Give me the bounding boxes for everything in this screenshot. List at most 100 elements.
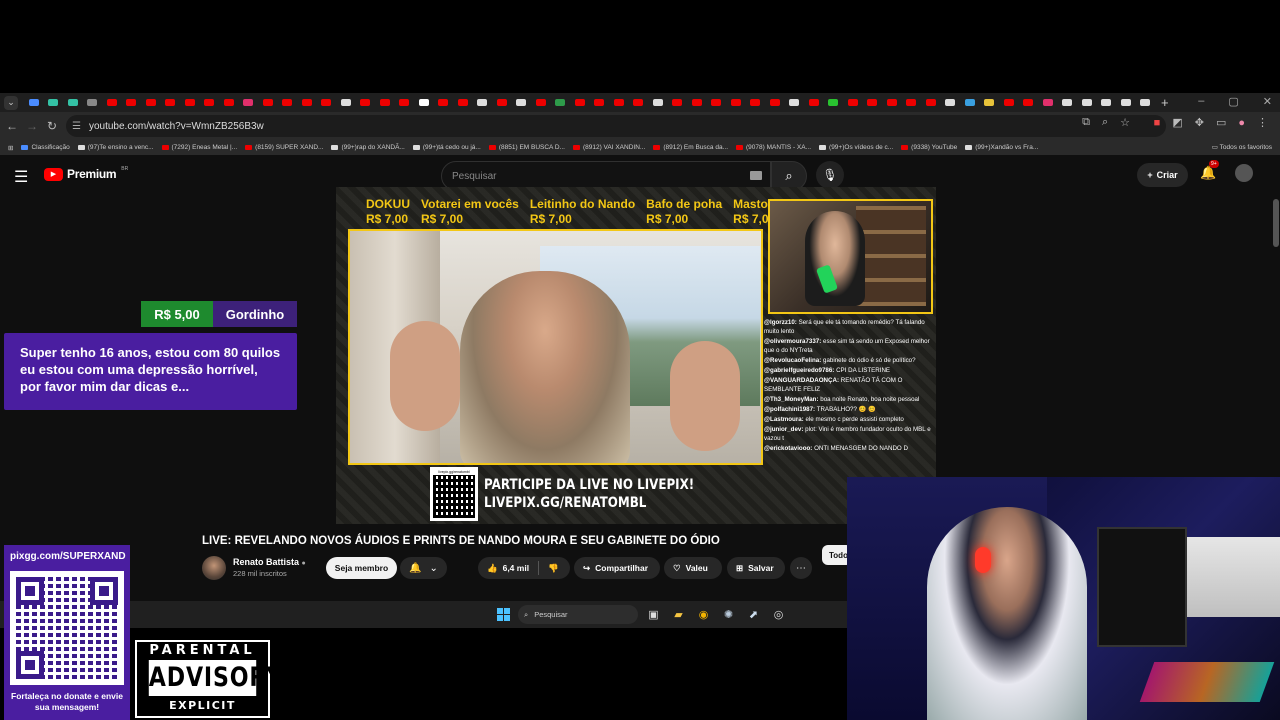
- browser-tab[interactable]: [863, 93, 883, 112]
- task-view-icon[interactable]: ▣: [646, 607, 661, 622]
- browser-tab[interactable]: [453, 93, 473, 112]
- subscription-bell-button[interactable]: 🔔 ⌄: [400, 557, 447, 579]
- bookmark-item[interactable]: (99+)Os vídeos de c...: [819, 144, 893, 151]
- browser-tab[interactable]: [83, 93, 103, 112]
- browser-tab[interactable]: [356, 93, 376, 112]
- site-info-icon[interactable]: ☰: [72, 121, 81, 132]
- browser-tab[interactable]: [1038, 93, 1058, 112]
- cast-icon[interactable]: ⧉: [1082, 116, 1090, 129]
- extension-icon[interactable]: ■: [1154, 117, 1161, 129]
- create-button[interactable]: + Criar: [1137, 163, 1188, 187]
- forward-button[interactable]: →: [22, 119, 42, 133]
- settings-icon[interactable]: ✺: [721, 607, 736, 622]
- bookmark-item[interactable]: (99+)Xandão vs Fra...: [965, 144, 1038, 151]
- like-count[interactable]: 6,4 mil: [503, 563, 529, 573]
- browser-tab[interactable]: [785, 93, 805, 112]
- browser-tab[interactable]: [1116, 93, 1136, 112]
- browser-tab[interactable]: [570, 93, 590, 112]
- close-window-button[interactable]: ✕: [1263, 95, 1272, 108]
- profile-avatar-icon[interactable]: ●: [1238, 117, 1245, 129]
- browser-tab[interactable]: [804, 93, 824, 112]
- browser-tab[interactable]: [980, 93, 1000, 112]
- like-icon[interactable]: 👍: [487, 563, 498, 574]
- reload-button[interactable]: ↻: [42, 119, 62, 133]
- browser-tab[interactable]: [629, 93, 649, 112]
- save-button[interactable]: ⊞ Salvar: [727, 557, 785, 579]
- back-button[interactable]: ←: [2, 119, 22, 133]
- all-bookmarks[interactable]: ▭ Todos os favoritos: [1212, 143, 1272, 151]
- browser-tab[interactable]: [609, 93, 629, 112]
- browser-tab[interactable]: [102, 93, 122, 112]
- browser-tab[interactable]: [512, 93, 532, 112]
- bookmark-item[interactable]: (97)Te ensino a venc...: [77, 144, 154, 151]
- browser-tab[interactable]: [278, 93, 298, 112]
- browser-tab[interactable]: [590, 93, 610, 112]
- bookmark-item[interactable]: (7292) Eneas Metal |...: [161, 144, 237, 151]
- youtube-logo[interactable]: ▶ Premium BR: [44, 166, 128, 181]
- obs-icon[interactable]: ◎: [771, 607, 786, 622]
- voice-search-button[interactable]: 🎙: [816, 161, 844, 189]
- browser-tab[interactable]: [395, 93, 415, 112]
- video-player[interactable]: DOKUU R$ 7,00 Votarei em vocês R$ 7,00 Leiti…: [336, 187, 936, 524]
- browser-tab[interactable]: [746, 93, 766, 112]
- browser-tab[interactable]: [414, 93, 434, 112]
- browser-tab[interactable]: [239, 93, 259, 112]
- bookmark-item[interactable]: (8912) Em Busca da...: [653, 144, 728, 151]
- extension-icon[interactable]: ◩: [1172, 116, 1182, 129]
- browser-tab[interactable]: [63, 93, 83, 112]
- browser-tab[interactable]: [882, 93, 902, 112]
- menu-icon[interactable]: ☰: [14, 167, 28, 187]
- browser-tab[interactable]: [44, 93, 64, 112]
- bookmark-item[interactable]: (8159) SUPER XAND...: [245, 144, 323, 151]
- account-avatar[interactable]: [1235, 164, 1253, 182]
- browser-tab[interactable]: [219, 93, 239, 112]
- browser-tab[interactable]: [24, 93, 44, 112]
- bookmark-item[interactable]: (99+)tá cedo ou já...: [412, 144, 481, 151]
- browser-tab[interactable]: [902, 93, 922, 112]
- browser-tab[interactable]: [648, 93, 668, 112]
- browser-tab[interactable]: [668, 93, 688, 112]
- chrome-menu-icon[interactable]: ⋮: [1257, 116, 1268, 129]
- minimize-button[interactable]: –: [1198, 95, 1204, 108]
- bookmark-item[interactable]: (9338) YouTube: [901, 144, 957, 151]
- apps-grid-icon[interactable]: ⊞: [8, 144, 13, 152]
- join-button[interactable]: Seja membro: [326, 557, 397, 579]
- browser-tab[interactable]: [921, 93, 941, 112]
- browser-tab[interactable]: [1019, 93, 1039, 112]
- bookmark-item[interactable]: (99+)rap do XANDÃ...: [331, 144, 405, 151]
- address-bar[interactable]: ☰ youtube.com/watch?v=WmnZB256B3w: [66, 115, 1166, 137]
- sidebar-icon[interactable]: ▭: [1216, 116, 1226, 129]
- browser-tab[interactable]: [765, 93, 785, 112]
- channel-name[interactable]: Renato Battista ●: [233, 557, 306, 567]
- browser-tab[interactable]: [180, 93, 200, 112]
- more-actions-button[interactable]: ⋯: [790, 557, 812, 579]
- browser-tab[interactable]: [707, 93, 727, 112]
- browser-tab[interactable]: [687, 93, 707, 112]
- browser-tab[interactable]: [258, 93, 278, 112]
- new-tab-button[interactable]: +: [1161, 95, 1169, 110]
- maximize-button[interactable]: ▢: [1228, 95, 1238, 108]
- browser-tab[interactable]: [434, 93, 454, 112]
- bookmark-item[interactable]: Classificação: [21, 144, 70, 151]
- browser-tab[interactable]: [122, 93, 142, 112]
- page-scrollbar[interactable]: [1273, 199, 1279, 247]
- tab-search-button[interactable]: ⌄: [4, 95, 18, 110]
- chrome-icon[interactable]: ◉: [696, 607, 711, 622]
- browser-tab[interactable]: [317, 93, 337, 112]
- browser-tab[interactable]: [336, 93, 356, 112]
- browser-tab[interactable]: [726, 93, 746, 112]
- browser-tab[interactable]: [999, 93, 1019, 112]
- browser-tab[interactable]: [941, 93, 961, 112]
- browser-tab[interactable]: [200, 93, 220, 112]
- thanks-button[interactable]: ♡ Valeu: [664, 557, 722, 579]
- windows-start-icon[interactable]: [497, 608, 510, 621]
- browser-tab[interactable]: [492, 93, 512, 112]
- dislike-icon[interactable]: 👎: [548, 563, 559, 574]
- browser-tab[interactable]: [843, 93, 863, 112]
- bookmark-star-icon[interactable]: ☆: [1120, 116, 1130, 129]
- browser-tab[interactable]: [141, 93, 161, 112]
- browser-tab[interactable]: [960, 93, 980, 112]
- browser-tab[interactable]: [1058, 93, 1078, 112]
- bookmark-item[interactable]: (9078) MANTIS - XA...: [736, 144, 811, 151]
- browser-tab[interactable]: [824, 93, 844, 112]
